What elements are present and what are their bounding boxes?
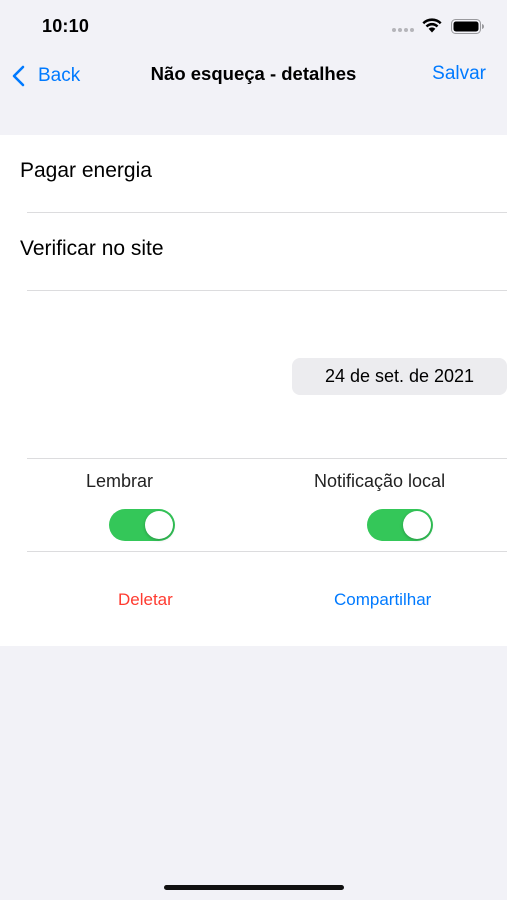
status-time: 10:10: [42, 16, 90, 36]
cellular-signal-icon: [392, 28, 416, 34]
wifi-icon: [422, 18, 442, 33]
page-title: Não esqueça - detalhes: [150, 63, 357, 84]
home-indicator[interactable]: [164, 885, 344, 890]
title-field[interactable]: Pagar energia: [20, 159, 152, 183]
status-bar: 10:10: [0, 0, 507, 54]
local-notification-toggle[interactable]: [367, 509, 433, 541]
date-picker[interactable]: 24 de set. de 2021: [292, 358, 507, 395]
toggle-knob: [403, 511, 431, 539]
save-button[interactable]: Salvar: [432, 63, 486, 85]
details-form: Pagar energia Verificar no site 24 de se…: [0, 135, 507, 646]
local-notification-label: Notificação local: [314, 471, 446, 491]
divider: [27, 458, 507, 459]
toggle-knob: [145, 511, 173, 539]
share-button[interactable]: Compartilhar: [334, 590, 431, 610]
divider: [27, 551, 507, 552]
delete-button[interactable]: Deletar: [118, 590, 173, 610]
navigation-bar: Back Não esqueça - detalhes Salvar: [0, 54, 507, 98]
divider: [27, 212, 507, 213]
battery-icon: [451, 19, 484, 34]
detail-field[interactable]: Verificar no site: [20, 237, 164, 261]
divider: [27, 290, 507, 291]
remind-toggle[interactable]: [109, 509, 175, 541]
remind-label: Lembrar: [86, 471, 154, 491]
screen: 10:10 Back Não esqueça - detalhes Salvar…: [0, 0, 507, 900]
